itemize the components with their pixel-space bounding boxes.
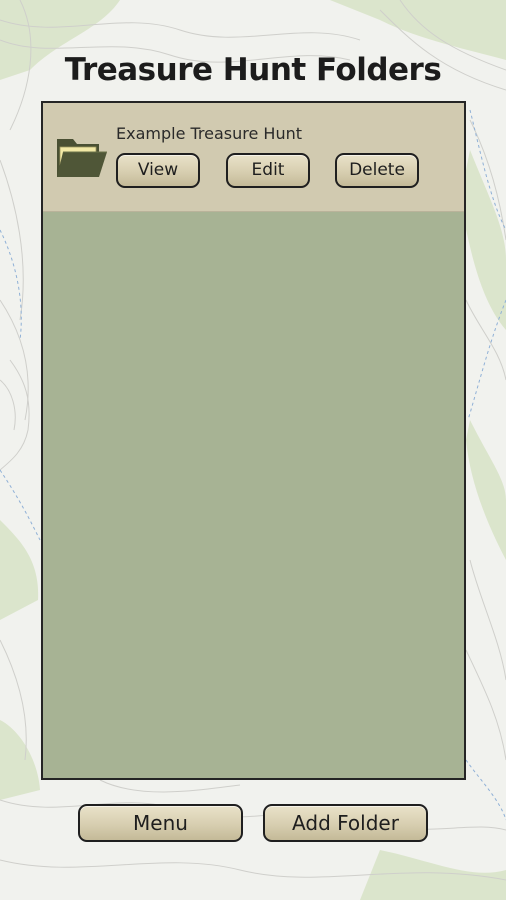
edit-button[interactable]: Edit xyxy=(226,153,310,188)
open-folder-icon xyxy=(57,139,107,177)
folder-list[interactable]: Example Treasure Hunt View Edit Delete xyxy=(41,101,466,780)
page-title: Treasure Hunt Folders xyxy=(64,52,442,88)
add-folder-button[interactable]: Add Folder xyxy=(263,804,428,842)
menu-button[interactable]: Menu xyxy=(78,804,243,842)
view-button[interactable]: View xyxy=(116,153,200,188)
folder-list-item[interactable]: Example Treasure Hunt View Edit Delete xyxy=(43,103,464,212)
folder-name: Example Treasure Hunt xyxy=(116,124,303,143)
delete-button[interactable]: Delete xyxy=(335,153,419,188)
